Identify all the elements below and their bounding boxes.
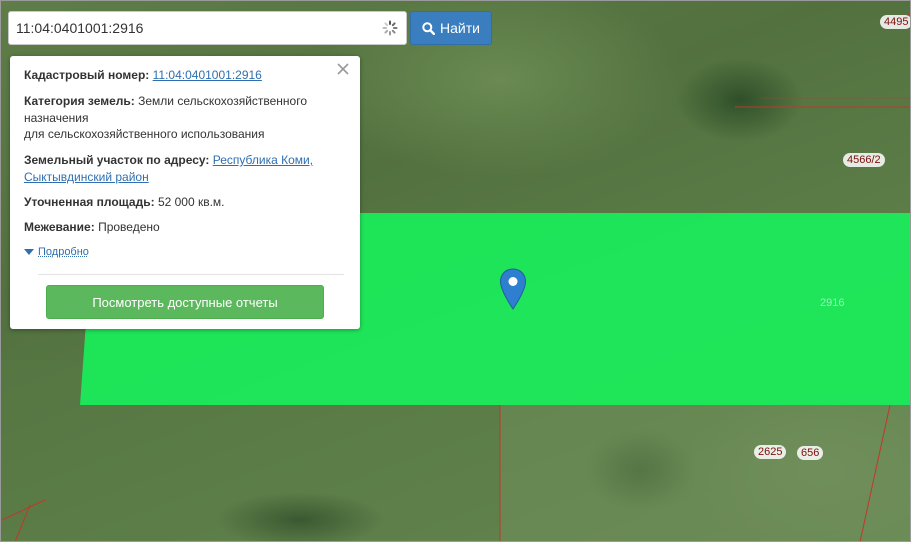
area-row: Уточненная площадь: 52 000 кв.м. <box>24 194 334 211</box>
search-input[interactable] <box>9 12 369 44</box>
area-label: Уточненная площадь: <box>24 195 155 209</box>
parcel-number-label: 4495 <box>880 15 911 29</box>
parcel-info-panel: Кадастровый номер: 11:04:0401001:2916 Ка… <box>10 56 360 329</box>
area-value: 52 000 кв.м. <box>157 195 225 209</box>
parcel-number-label: 656 <box>797 446 824 460</box>
cadastral-number-label: Кадастровый номер: <box>24 68 150 82</box>
parcel-number-label: 4566/2 <box>843 153 885 167</box>
cadastral-number-row: Кадастровый номер: 11:04:0401001:2916 <box>24 67 334 84</box>
land-category-value: для сельскохозяйственного использования <box>24 127 265 141</box>
more-details-link[interactable]: Подробно <box>24 246 89 258</box>
cadastral-number-link[interactable]: 11:04:0401001:2916 <box>153 68 262 82</box>
field-area <box>500 405 910 542</box>
magnifier-icon <box>422 21 436 35</box>
land-category-label: Категория земель: <box>24 94 135 108</box>
divider <box>38 274 344 275</box>
map-marker-icon[interactable] <box>499 268 527 310</box>
spinner-icon <box>382 20 398 36</box>
survey-value: Проведено <box>98 220 160 234</box>
close-icon[interactable] <box>336 62 350 76</box>
view-reports-button[interactable]: Посмотреть доступные отчеты <box>46 285 324 319</box>
search-bar <box>8 11 407 45</box>
triangle-down-icon <box>24 248 34 255</box>
survey-row: Межевание: Проведено <box>24 219 334 236</box>
find-button[interactable]: Найти <box>410 11 492 45</box>
land-category-row: Категория земель: Земли сельскохозяйстве… <box>24 93 334 143</box>
address-row: Земельный участок по адресу: Республика … <box>24 152 334 185</box>
parcel-number-label: 2625 <box>754 445 787 459</box>
survey-label: Межевание: <box>24 220 95 234</box>
address-label: Земельный участок по адресу: <box>24 153 210 167</box>
more-details-label: Подробно <box>38 246 89 258</box>
find-button-label: Найти <box>440 20 480 36</box>
parcel-number-label: 2916 <box>820 297 845 309</box>
